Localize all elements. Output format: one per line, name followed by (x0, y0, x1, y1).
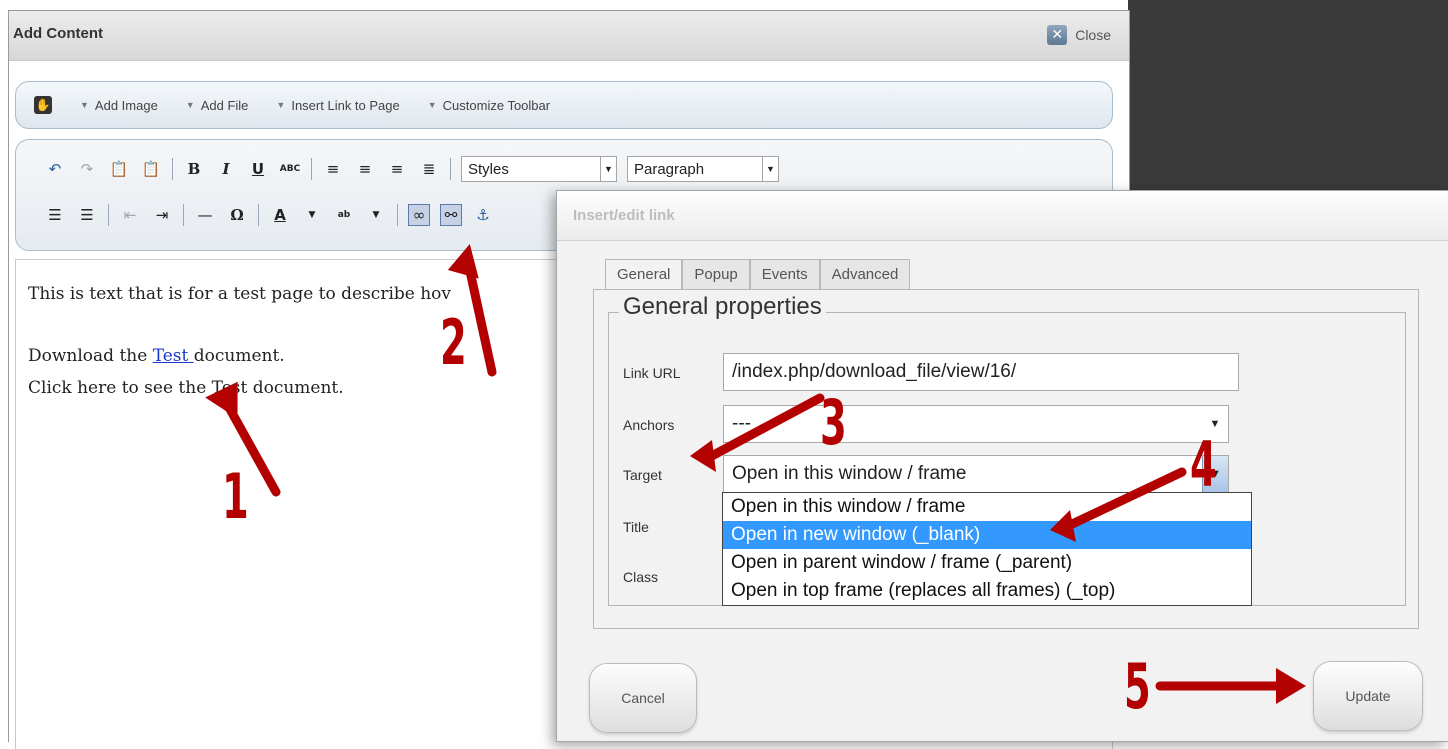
target-option[interactable]: Open in this window / frame (723, 493, 1251, 521)
indent-icon[interactable]: ⇥ (151, 204, 173, 226)
chevron-down-icon[interactable]: ▼ (365, 204, 387, 226)
align-left-icon[interactable]: ≡ (322, 158, 344, 180)
styles-select[interactable]: Styles ▼ (461, 156, 617, 182)
bold-icon[interactable]: B (183, 158, 205, 180)
tab-events[interactable]: Events (749, 259, 820, 289)
undo-icon[interactable]: ↶ (44, 158, 66, 180)
target-dropdown-list: Open in this window / frame Open in new … (722, 492, 1252, 606)
editor-line: This is text that is for a test page to … (28, 284, 452, 304)
paste-text-icon[interactable]: 📋 (108, 158, 130, 180)
annotation-number-2: 2 (440, 306, 467, 379)
close-button[interactable]: ✕ Close (1047, 25, 1111, 45)
triangle-down-icon: ▼ (427, 100, 437, 110)
toolbar-row-1: ↶ ↷ 📋 📋 B I U ABC ≡ ≡ ≡ ≣ Styles ▼ Parag… (44, 156, 779, 182)
insert-edit-link-dialog: Insert/edit link General Popup Events Ad… (556, 190, 1448, 742)
annotation-number-5: 5 (1124, 650, 1151, 723)
toolbar-separator (450, 158, 451, 180)
toolbar-separator (183, 204, 184, 226)
paste-word-icon[interactable]: 📋 (140, 158, 162, 180)
add-file-button[interactable]: ▼ Add File (186, 98, 249, 113)
link-dialog-title: Insert/edit link (573, 207, 675, 224)
target-label: Target (623, 467, 662, 483)
dialog-title: Add Content (13, 25, 103, 42)
tab-general[interactable]: General (605, 259, 683, 289)
target-option[interactable]: Open in top frame (replaces all frames) … (723, 577, 1251, 605)
link-url-label: Link URL (623, 365, 681, 381)
special-character-icon[interactable]: Ω (226, 204, 248, 226)
tab-advanced[interactable]: Advanced (819, 259, 911, 289)
link-url-input[interactable]: /index.php/download_file/view/16/ (723, 353, 1239, 391)
align-justify-icon[interactable]: ≣ (418, 158, 440, 180)
redo-icon[interactable]: ↷ (76, 158, 98, 180)
editor-text: This is text that is for a test page to … (28, 278, 451, 404)
paragraph-format-select[interactable]: Paragraph ▼ (627, 156, 779, 182)
outdent-icon[interactable]: ⇤ (119, 204, 141, 226)
target-option-highlighted[interactable]: Open in new window (_blank) (723, 521, 1251, 549)
chevron-down-icon: ▼ (762, 157, 778, 181)
triangle-down-icon: ▼ (276, 100, 286, 110)
annotation-number-1: 1 (222, 460, 249, 533)
tab-popup[interactable]: Popup (682, 259, 750, 289)
chevron-down-icon: ▼ (600, 157, 616, 181)
anchor-icon[interactable]: ⚓ (472, 204, 494, 226)
link-dialog-tabs: General Popup Events Advanced (605, 259, 911, 289)
annotation-number-4: 4 (1190, 428, 1217, 501)
cancel-button[interactable]: Cancel (589, 663, 697, 733)
toolbar-separator (108, 204, 109, 226)
test-link[interactable]: Test (153, 346, 194, 366)
toolbar-row-2: ☰ ☰ ⇤ ⇥ — Ω A ▼ ab ▼ ∞ ⚯ ⚓ (44, 204, 494, 226)
italic-icon[interactable]: I (215, 158, 237, 180)
concrete-toolbar: ✋ ▼ Add Image ▼ Add File ▼ Insert Link to P… (15, 81, 1113, 129)
close-label: Close (1075, 27, 1111, 43)
fieldset-legend: General properties (619, 293, 826, 321)
annotation-number-3: 3 (820, 386, 847, 459)
toolbar-separator (311, 158, 312, 180)
text-color-icon[interactable]: A (269, 204, 291, 226)
chevron-down-icon[interactable]: ▼ (301, 204, 323, 226)
align-center-icon[interactable]: ≡ (354, 158, 376, 180)
update-button[interactable]: Update (1313, 661, 1423, 731)
editor-line: Click here to see the Test document. (28, 378, 344, 398)
editor-line: Download the Test document. (28, 346, 285, 366)
insert-link-to-page-button[interactable]: ▼ Insert Link to Page (276, 98, 399, 113)
numbered-list-icon[interactable]: ☰ (76, 204, 98, 226)
dialog-header: Add Content ✕ Close (9, 11, 1129, 61)
align-right-icon[interactable]: ≡ (386, 158, 408, 180)
close-icon: ✕ (1047, 25, 1068, 45)
horizontal-rule-icon[interactable]: — (194, 204, 216, 226)
insert-link-icon[interactable]: ∞ (408, 204, 430, 226)
toolbar-separator (258, 204, 259, 226)
triangle-down-icon: ▼ (185, 100, 195, 110)
toolbar-separator (397, 204, 398, 226)
title-label: Title (623, 519, 649, 535)
target-option[interactable]: Open in parent window / frame (_parent) (723, 549, 1251, 577)
link-dialog-header: Insert/edit link (557, 191, 1448, 241)
customize-toolbar-button[interactable]: ▼ Customize Toolbar (428, 98, 550, 113)
triangle-down-icon: ▼ (80, 100, 89, 110)
toolbar-separator (172, 158, 173, 180)
highlight-color-icon[interactable]: ab (333, 204, 355, 226)
class-label: Class (623, 569, 659, 585)
add-image-button[interactable]: ▼ Add Image (80, 98, 158, 113)
underline-icon[interactable]: U (247, 158, 269, 180)
unlink-icon[interactable]: ⚯ (440, 204, 462, 226)
anchors-label: Anchors (623, 417, 675, 433)
bullet-list-icon[interactable]: ☰ (44, 204, 66, 226)
concrete-logo-icon[interactable]: ✋ (34, 96, 52, 114)
strikethrough-icon[interactable]: ABC (279, 158, 301, 180)
anchors-select[interactable]: --- ▼ (723, 405, 1229, 443)
target-select[interactable]: Open in this window / frame ▼ (723, 455, 1229, 493)
